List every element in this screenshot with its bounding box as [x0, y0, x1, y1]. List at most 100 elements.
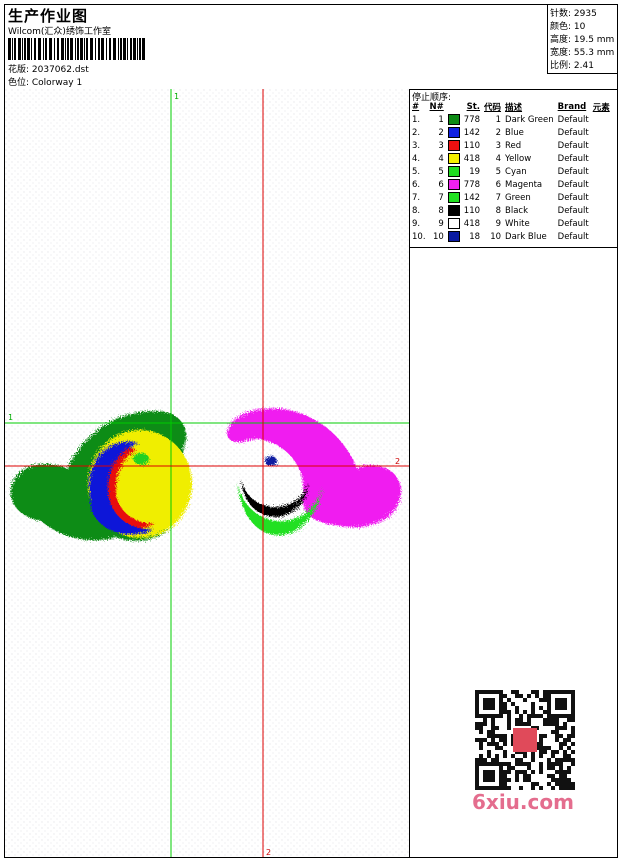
row-brand: Default [557, 179, 589, 190]
row-needle: 4 [438, 153, 444, 164]
row-needle: 7 [438, 192, 444, 203]
row-element [591, 126, 612, 139]
col-code: 代码 [484, 103, 502, 113]
row-stitches: 778 [463, 114, 481, 125]
row-color-swatch [446, 126, 462, 139]
row-color-swatch [446, 204, 462, 217]
row-stitches: 142 [463, 127, 481, 138]
color-swatch-icon [447, 114, 460, 125]
embroidery-preview: 1 1 2 2 [5, 89, 409, 857]
row-stitches: 110 [463, 205, 481, 216]
table-row[interactable]: 1. 1 778 1 Dark Green Default [410, 113, 612, 126]
row-index: 6. [412, 179, 421, 190]
col-needle: N# [429, 102, 444, 112]
row-code: 10 [490, 231, 502, 242]
row-color-swatch [446, 217, 462, 230]
row-description: Green [505, 192, 531, 203]
row-needle: 10 [432, 231, 444, 242]
row-stitches: 778 [463, 179, 481, 190]
col-color [446, 101, 462, 113]
row-stitches: 110 [463, 140, 481, 151]
row-code: 5 [495, 166, 502, 177]
row-brand: Default [557, 153, 589, 164]
row-description: Cyan [505, 166, 527, 177]
row-description: Black [505, 205, 529, 216]
row-element [591, 139, 612, 152]
table-row[interactable]: 4. 4 418 4 Yellow Default [410, 152, 612, 165]
row-description: Dark Blue [505, 231, 547, 242]
row-stitches: 18 [469, 231, 481, 242]
table-row[interactable]: 7. 7 142 7 Green Default [410, 191, 612, 204]
row-code: 4 [495, 153, 502, 164]
row-element [591, 217, 612, 230]
table-row[interactable]: 9. 9 418 9 White Default [410, 217, 612, 230]
table-row[interactable]: 2. 2 142 2 Blue Default [410, 126, 612, 139]
row-stitches: 142 [463, 192, 481, 203]
row-needle: 3 [438, 140, 444, 151]
row-element [591, 230, 612, 243]
row-color-swatch [446, 165, 462, 178]
row-code: 8 [495, 205, 502, 216]
row-index: 2. [412, 127, 421, 138]
table-row[interactable]: 6. 6 778 6 Magenta Default [410, 178, 612, 191]
col-element: 元素 [592, 103, 610, 113]
row-color-swatch [446, 139, 462, 152]
color-swatch-icon [447, 140, 460, 151]
row-brand: Default [557, 140, 589, 151]
color-swatch-icon [447, 231, 460, 242]
color-swatch-icon [447, 218, 460, 229]
row-color-swatch [446, 191, 462, 204]
row-color-swatch [446, 230, 462, 243]
stop-sequence-table: # N# St. 代码 描述 Brand 元素 1. 1 778 1 Dark Gree… [410, 101, 612, 243]
stats-box: 针数: 2935 颜色: 10 高度: 19.5 mm 宽度: 55.3 mm … [547, 5, 618, 74]
table-row[interactable]: 8. 8 110 8 Black Default [410, 204, 612, 217]
design-file-label: 花版: 2037062.dst [8, 65, 89, 75]
row-code: 3 [495, 140, 502, 151]
row-index: 1. [412, 114, 421, 125]
row-description: Dark Green [505, 114, 554, 125]
table-header-row: # N# St. 代码 描述 Brand 元素 [410, 101, 612, 113]
table-row[interactable]: 5. 5 19 5 Cyan Default [410, 165, 612, 178]
row-element [591, 113, 612, 126]
colorway-label: 色位: Colorway 1 [8, 78, 83, 88]
row-index: 9. [412, 218, 421, 229]
row-code: 9 [495, 218, 502, 229]
table-row[interactable]: 10. 10 18 10 Dark Blue Default [410, 230, 612, 243]
watermark-site: 6xiu.com [472, 790, 574, 814]
row-needle: 5 [438, 166, 444, 177]
color-swatch-icon [447, 166, 460, 177]
row-index: 4. [412, 153, 421, 164]
row-index: 3. [412, 140, 421, 151]
row-code: 6 [495, 179, 502, 190]
row-needle: 6 [438, 179, 444, 190]
row-element [591, 191, 612, 204]
row-index: 7. [412, 192, 421, 203]
design-height: 高度: 19.5 mm [550, 35, 615, 45]
design-canvas[interactable]: 1 1 2 2 [5, 89, 410, 857]
panel-divider [410, 247, 617, 248]
row-code: 1 [495, 114, 502, 125]
color-count: 颜色: 10 [550, 22, 586, 32]
col-index: # [412, 102, 420, 112]
guide-label-v2: 2 [266, 848, 271, 857]
row-index: 10. [412, 231, 426, 242]
row-element [591, 165, 612, 178]
color-swatch-icon [447, 205, 460, 216]
row-element [591, 204, 612, 217]
col-description: 描述 [505, 103, 523, 113]
stitch-count: 针数: 2935 [550, 9, 597, 19]
header: 生产作业图 Wilcom(汇众)绣饰工作室 花版: 2037062.dst 色位… [5, 5, 618, 90]
row-needle: 8 [438, 205, 444, 216]
row-brand: Default [557, 127, 589, 138]
row-stitches: 418 [463, 218, 481, 229]
sheet-title: 生产作业图 [8, 7, 89, 25]
row-color-swatch [446, 113, 462, 126]
row-color-swatch [446, 152, 462, 165]
color-swatch-icon [447, 192, 460, 203]
row-brand: Default [557, 218, 589, 229]
table-row[interactable]: 3. 3 110 3 Red Default [410, 139, 612, 152]
col-stitches: St. [466, 102, 481, 112]
row-brand: Default [557, 166, 589, 177]
row-stitches: 19 [469, 166, 481, 177]
guide-label-h2: 2 [395, 457, 400, 466]
